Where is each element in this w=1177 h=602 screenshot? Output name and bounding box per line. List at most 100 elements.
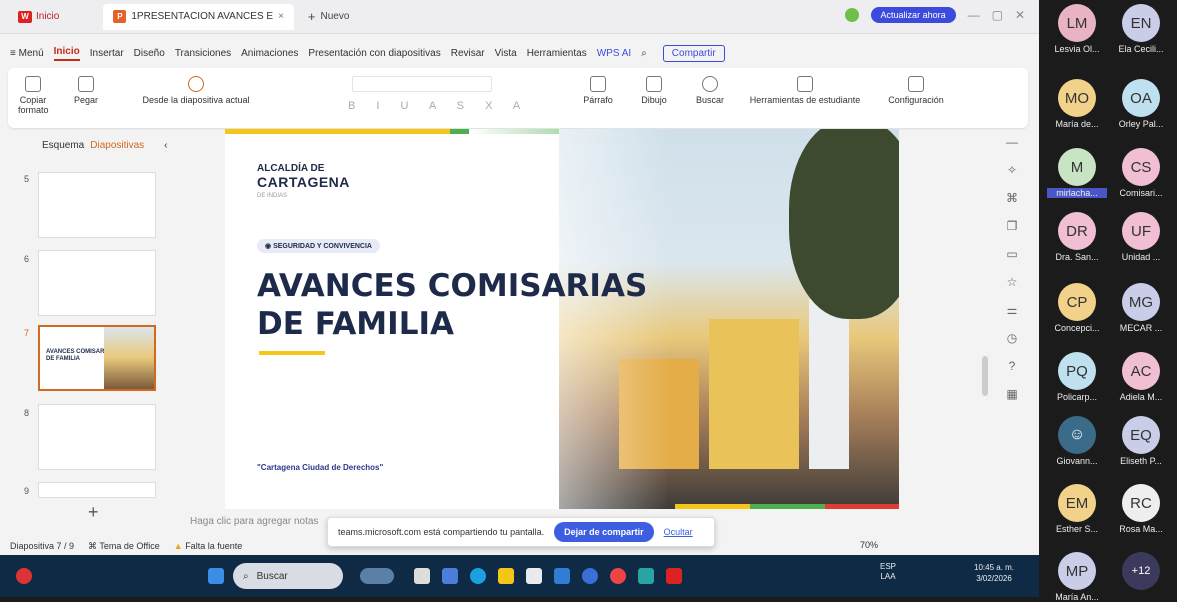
participant-tile[interactable]: RC Rosa Ma... [1111, 484, 1171, 534]
participant-tile[interactable]: EM Esther S... [1047, 484, 1107, 534]
chrome-icon[interactable] [610, 568, 626, 584]
home-tab[interactable]: W Inicio [8, 5, 69, 29]
system-clock[interactable]: 10:45 a. m. 3/02/2026 [974, 562, 1014, 584]
menu-button[interactable]: ≡ Menú [10, 48, 44, 59]
participant-tile[interactable]: UF Unidad ... [1111, 212, 1171, 262]
slide-thumbnail-7[interactable]: AVANCES COMISARIAS DE FAMILIA [38, 325, 156, 391]
new-tab-button[interactable]: + Nuevo [308, 9, 350, 24]
grid-icon[interactable]: ▦ [1006, 387, 1017, 401]
menu-item-insertar[interactable]: Insertar [90, 48, 124, 59]
menu-item-inicio[interactable]: Inicio [53, 46, 80, 61]
theme-status[interactable]: ⌘ Tema de Office [88, 541, 160, 552]
warning-icon: ▲ [173, 541, 186, 551]
student-tools-button[interactable]: Herramientas de estudiante [740, 76, 870, 105]
logo-line-3: DE INDIAS [257, 193, 288, 199]
paragraph-icon [590, 76, 606, 92]
participant-tile[interactable]: DR Dra. San... [1047, 212, 1107, 262]
menu-item-transiciones[interactable]: Transiciones [175, 48, 231, 59]
help-app-icon[interactable] [582, 568, 598, 584]
collapse-icon[interactable]: — [1006, 135, 1018, 149]
collapse-panel-icon[interactable]: ‹ [164, 140, 167, 151]
update-now-button[interactable]: Actualizar ahora [870, 7, 956, 23]
paragraph-button[interactable]: Párrafo [578, 76, 618, 105]
participant-tile[interactable]: EN Ela Cecili... [1111, 4, 1171, 54]
participant-tile[interactable]: MP María An... [1047, 552, 1107, 602]
avatar: MG [1122, 283, 1160, 321]
slide-canvas[interactable]: ALCALDÍA DE CARTAGENA DE INDIAS ◉ SEGURI… [225, 129, 899, 509]
windows-start-icon[interactable] [208, 568, 224, 584]
menu-item-presentacion[interactable]: Presentación con diapositivas [308, 48, 440, 59]
share-button[interactable]: Compartir [662, 44, 725, 62]
find-button[interactable]: Buscar [690, 76, 730, 105]
slide-thumbnail-8[interactable] [38, 404, 156, 470]
mail-icon[interactable] [554, 568, 570, 584]
text-format-buttons[interactable]: B I U A S X A [348, 100, 529, 112]
wps-office-icon[interactable] [666, 568, 682, 584]
taskbar-search-input[interactable]: ⌕ Buscar [233, 563, 343, 589]
search-icon[interactable]: ⌕ [641, 48, 647, 59]
close-window-icon[interactable]: ✕ [1015, 8, 1025, 22]
menu-item-animaciones[interactable]: Animaciones [241, 48, 298, 59]
restore-icon[interactable]: ▢ [992, 8, 1003, 22]
slide-thumbnail-6[interactable] [38, 250, 156, 316]
copy-format-button[interactable]: Copiar formato [18, 76, 49, 115]
participant-tile[interactable]: MG MECAR ... [1111, 283, 1171, 333]
file-explorer-icon[interactable] [498, 568, 514, 584]
comment-icon[interactable]: ▭ [1006, 247, 1017, 261]
zoom-level[interactable]: 70% [860, 540, 878, 550]
participant-tile[interactable]: CP Concepci... [1047, 283, 1107, 333]
theme-icon[interactable]: ⌘ [1006, 191, 1018, 205]
edge-browser-icon[interactable] [470, 568, 486, 584]
app-icon[interactable] [442, 568, 458, 584]
notification-badge-icon[interactable] [16, 568, 32, 584]
menu-item-herramientas[interactable]: Herramientas [527, 48, 587, 59]
menu-item-vista[interactable]: Vista [495, 48, 517, 59]
vertical-scrollbar[interactable] [982, 356, 988, 396]
more-participants-button[interactable]: +12 [1111, 552, 1171, 590]
paste-label: Pegar [73, 95, 99, 105]
participant-tile[interactable]: CS Comisari... [1111, 148, 1171, 198]
plus-icon: + [307, 9, 316, 24]
participant-tile[interactable]: AC Adiela M... [1111, 352, 1171, 402]
history-icon[interactable]: ◷ [1007, 331, 1017, 345]
teams-icon[interactable] [638, 568, 654, 584]
participant-tile[interactable]: OA Orley Pal... [1111, 79, 1171, 129]
drawing-button[interactable]: Dibujo [634, 76, 674, 105]
minimize-icon[interactable]: — [968, 8, 980, 22]
notes-placeholder[interactable]: Haga clic para agregar notas [190, 516, 318, 527]
participant-tile[interactable]: EQ Eliseth P... [1111, 416, 1171, 466]
participant-tile[interactable]: ☺ Giovann... [1047, 416, 1107, 466]
participant-tile[interactable]: LM Lesvia Ol... [1047, 4, 1107, 54]
tab-slides[interactable]: Diapositivas [90, 140, 144, 151]
slide-thumbnail-5[interactable] [38, 172, 156, 238]
paste-button[interactable]: Pegar [66, 76, 106, 105]
participant-name: María An... [1055, 592, 1099, 602]
language-indicator[interactable]: ESP LAA [880, 562, 896, 582]
close-tab-icon[interactable]: × [278, 11, 284, 22]
menu-item-revisar[interactable]: Revisar [451, 48, 485, 59]
store-icon[interactable] [526, 568, 542, 584]
menu-item-wps-ai[interactable]: WPS AI [597, 48, 631, 59]
tab-outline[interactable]: Esquema [42, 140, 84, 151]
participant-tile[interactable]: MO María de... [1047, 79, 1107, 129]
missing-font-status[interactable]: ▲ Falta la fuente [174, 541, 242, 551]
task-view-icon[interactable] [414, 568, 430, 584]
star-icon[interactable]: ☆ [1007, 275, 1018, 289]
document-tab[interactable]: P 1PRESENTACION AVANCES E × [103, 3, 294, 30]
account-avatar[interactable] [844, 8, 859, 22]
font-family-select[interactable] [352, 76, 492, 92]
help-icon[interactable]: ? [1009, 359, 1016, 373]
play-from-current-button[interactable]: Desde la diapositiva actual [136, 76, 256, 105]
participant-tile[interactable]: PQ Policarp... [1047, 352, 1107, 402]
settings-button[interactable]: Configuración [876, 76, 956, 105]
effects-icon[interactable]: ✧ [1007, 163, 1017, 177]
participant-tile[interactable]: Mmirlacha... [1047, 148, 1107, 198]
widgets-icon[interactable] [360, 568, 394, 584]
menu-item-diseno[interactable]: Diseño [134, 48, 165, 59]
adjust-icon[interactable]: ⚌ [1007, 303, 1018, 317]
add-slide-button[interactable]: + [88, 502, 99, 523]
hide-banner-link[interactable]: Ocultar [664, 527, 693, 537]
slide-thumbnail-9[interactable] [38, 482, 156, 498]
layers-icon[interactable]: ❐ [1007, 219, 1018, 233]
stop-sharing-button[interactable]: Dejar de compartir [554, 522, 654, 542]
